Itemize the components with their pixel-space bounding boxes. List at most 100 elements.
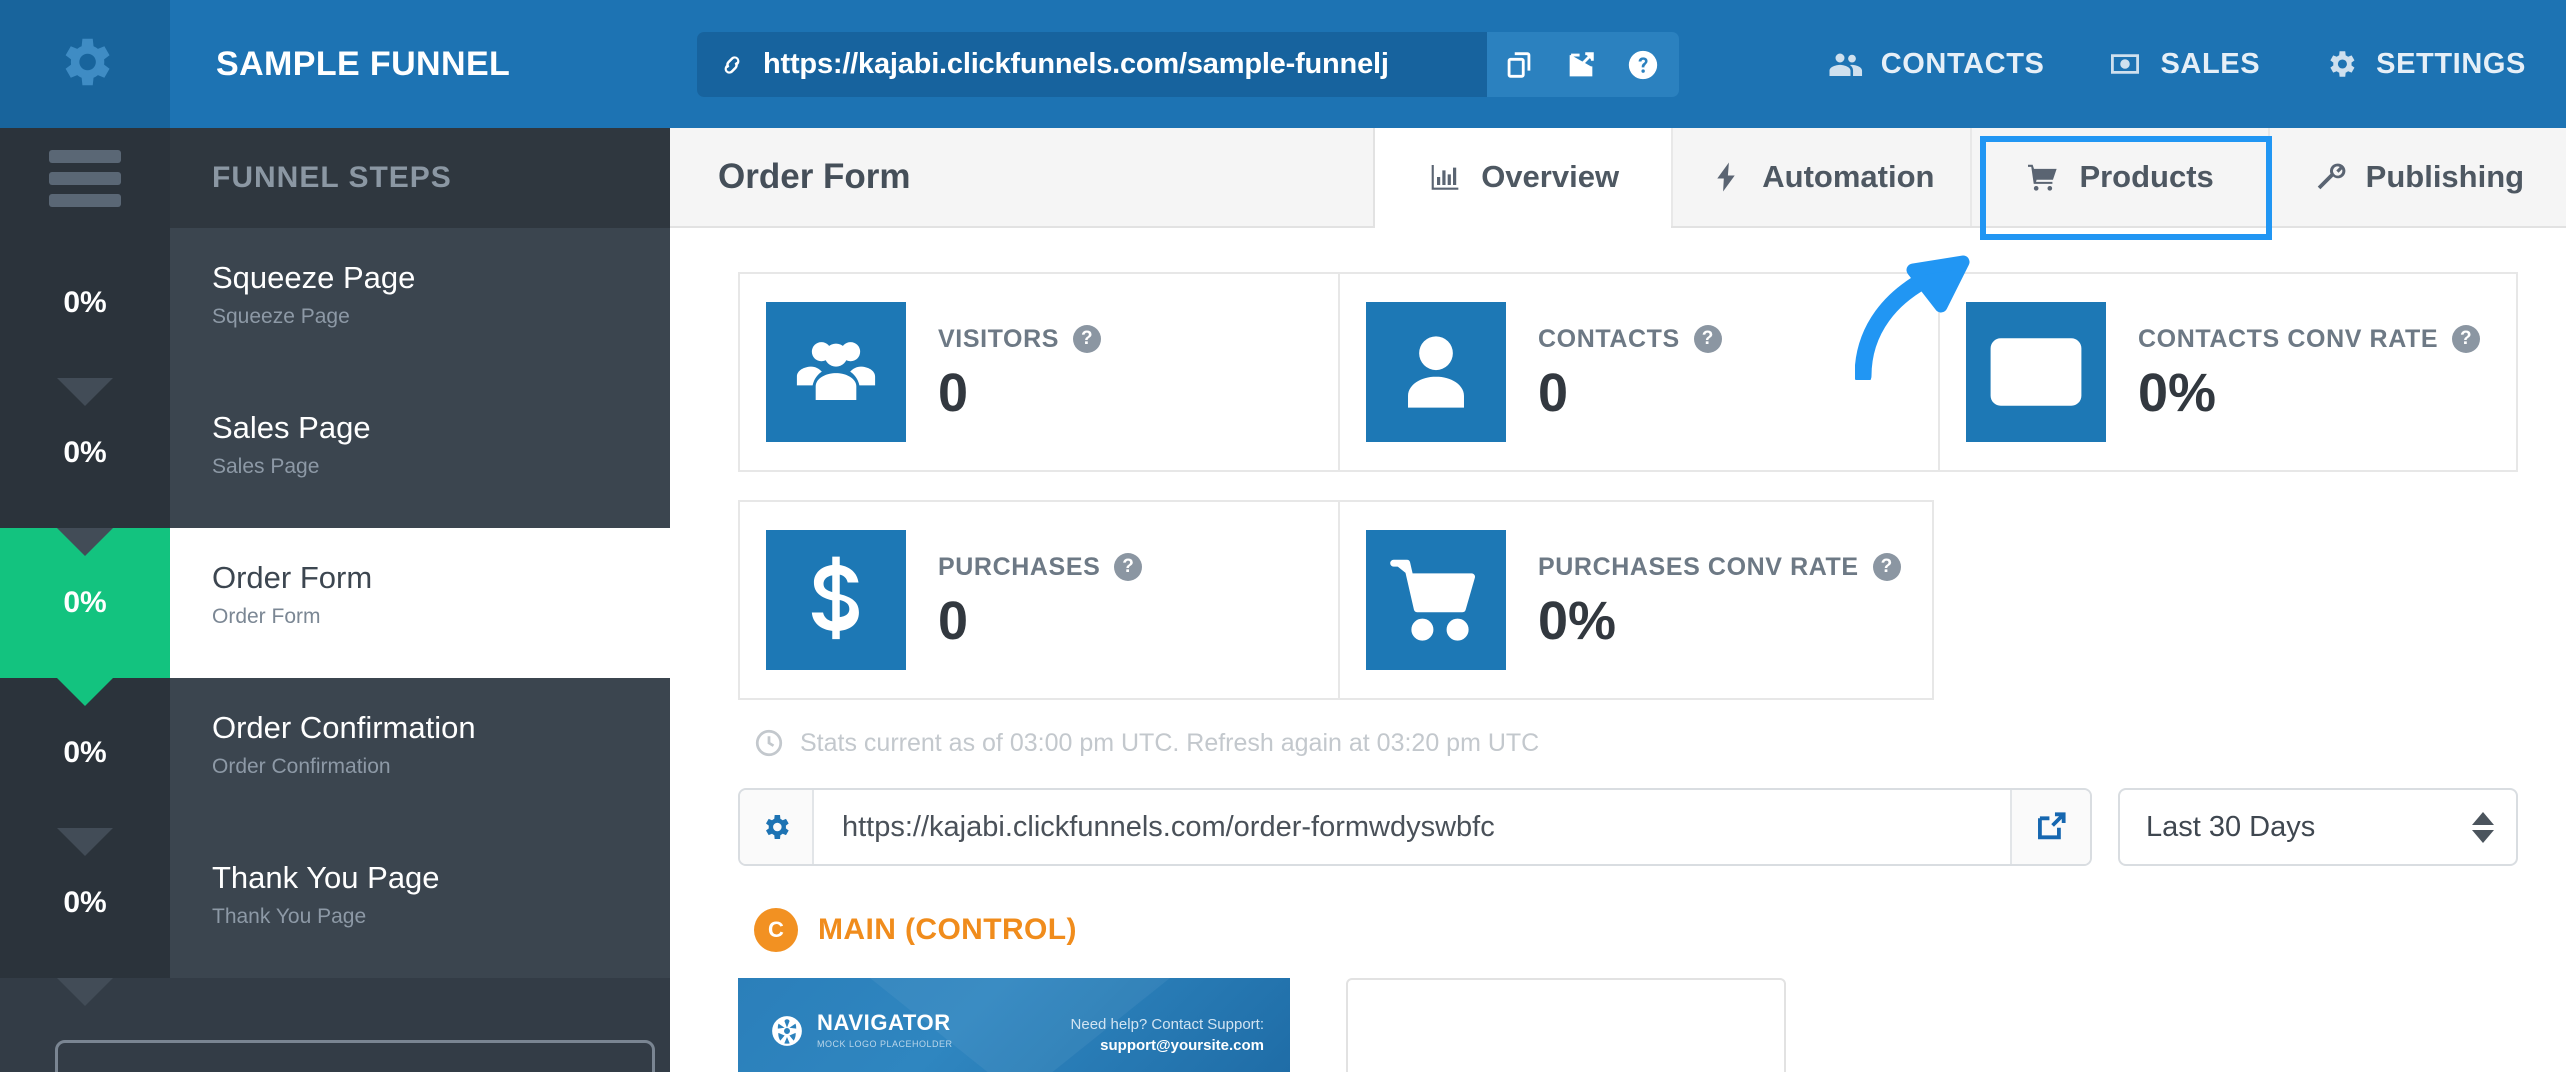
stats-row-primary: VISITORS ? 0 CONTACTS ? 0 CONTACTS CONV … xyxy=(738,272,2518,472)
page-title: Order Form xyxy=(718,157,911,196)
nav-contacts[interactable]: CONTACTS xyxy=(1827,47,2045,81)
users-icon xyxy=(1827,47,1865,81)
help-circle-icon[interactable] xyxy=(1625,47,1661,83)
funnel-steps-header: FUNNEL STEPS xyxy=(0,128,670,228)
wrench-icon xyxy=(2312,160,2348,194)
step-name: Order Form xyxy=(212,560,373,595)
bar-chart-icon xyxy=(1427,160,1463,194)
page-title-cell: Order Form xyxy=(670,128,1375,226)
tab-automation-label: Automation xyxy=(1762,159,1935,194)
sidebar-item-sales-page[interactable]: 0% Sales Page Sales Page xyxy=(0,378,670,528)
step-subtitle: Squeeze Page xyxy=(212,305,350,329)
gear-icon xyxy=(54,31,116,98)
url-action-buttons xyxy=(1487,47,1679,83)
page-preview-thumbnail-secondary[interactable] xyxy=(1346,978,1786,1072)
sidebar-item-order-confirmation[interactable]: 0% Order Confirmation Order Confirmation xyxy=(0,678,670,828)
stat-label: CONTACTS CONV RATE xyxy=(2138,324,2439,353)
envelope-icon xyxy=(1966,302,2106,442)
tabs: Overview Automation Products Publishing xyxy=(1375,128,2566,228)
external-link-icon[interactable] xyxy=(2010,790,2090,864)
funnel-settings-gear-button[interactable] xyxy=(0,0,170,128)
date-range-value: Last 30 Days xyxy=(2146,810,2316,843)
help-circle-icon[interactable]: ? xyxy=(1073,325,1102,353)
overview-content: VISITORS ? 0 CONTACTS ? 0 CONTACTS CONV … xyxy=(670,228,2566,1072)
nav-contacts-label: CONTACTS xyxy=(1880,47,2045,80)
tab-automation[interactable]: Automation xyxy=(1671,128,1969,226)
step-name: Order Confirmation xyxy=(212,710,476,745)
link-icon xyxy=(717,50,747,80)
thumbnail-support-line1: Need help? Contact Support: xyxy=(1070,1016,1264,1033)
stat-card-contacts: CONTACTS ? 0 xyxy=(1340,274,1940,470)
stat-label: PURCHASES CONV RATE xyxy=(1538,552,1859,581)
money-icon xyxy=(2106,47,2144,81)
nav-sales-label: SALES xyxy=(2160,47,2261,80)
step-subtitle: Order Form xyxy=(212,605,321,629)
thumbnail-logo-title: NAVIGATOR xyxy=(817,1010,951,1035)
nav-settings[interactable]: SETTINGS xyxy=(2322,47,2526,81)
stat-value: 0 xyxy=(1538,362,1569,423)
sidebar-item-order-form[interactable]: 0% Order Form Order Form xyxy=(0,528,670,678)
top-navigation: CONTACTS SALES SETTINGS xyxy=(1827,0,2526,128)
page-url-group: https://kajabi.clickfunnels.com/order-fo… xyxy=(738,788,2092,866)
shopping-cart-icon xyxy=(1366,530,1506,670)
step-percent: 0% xyxy=(0,228,170,378)
funnel-name-title: SAMPLE FUNNEL xyxy=(216,44,511,83)
stat-value: 0% xyxy=(1538,590,1617,651)
stat-card-purchases-conv-rate: PURCHASES CONV RATE ? 0% xyxy=(1340,502,1932,698)
thumbnail-logo-subtitle: MOCK LOGO PLACEHOLDER xyxy=(817,1039,953,1049)
clock-icon xyxy=(754,728,784,758)
hamburger-menu-icon[interactable] xyxy=(0,128,170,228)
copy-icon[interactable] xyxy=(1501,47,1537,83)
stat-card-contacts-conv-rate: CONTACTS CONV RATE ? 0% xyxy=(1940,274,2516,470)
help-circle-icon[interactable]: ? xyxy=(1872,553,1901,581)
dollar-sign-icon xyxy=(766,530,906,670)
top-header-bar: SAMPLE FUNNEL https://kajabi.clickfunnel… xyxy=(0,0,2566,128)
date-range-select[interactable]: Last 30 Days xyxy=(2118,788,2518,866)
variant-thumbnails: NAVIGATOR MOCK LOGO PLACEHOLDER Need hel… xyxy=(738,978,2518,1072)
lightning-bolt-icon xyxy=(1708,160,1744,194)
sidebar-item-thank-you-page[interactable]: 0% Thank You Page Thank You Page xyxy=(0,828,670,978)
page-url-row: https://kajabi.clickfunnels.com/order-fo… xyxy=(738,788,2518,866)
funnel-url-bar: https://kajabi.clickfunnels.com/sample-f… xyxy=(697,32,1679,97)
variant-name: MAIN (CONTROL) xyxy=(818,913,1077,946)
help-circle-icon[interactable]: ? xyxy=(1114,553,1143,581)
users-group-icon xyxy=(766,302,906,442)
variant-header: C MAIN (CONTROL) xyxy=(754,908,2518,952)
step-name: Squeeze Page xyxy=(212,260,416,295)
sidebar-item-squeeze-page[interactable]: 0% Squeeze Page Squeeze Page xyxy=(0,228,670,378)
gear-icon xyxy=(2322,47,2360,81)
tab-overview[interactable]: Overview xyxy=(1375,128,1672,228)
stat-card-purchases: PURCHASES ? 0 xyxy=(740,502,1340,698)
tab-products[interactable]: Products xyxy=(1969,128,2268,226)
gear-icon[interactable] xyxy=(740,790,814,864)
help-circle-icon[interactable]: ? xyxy=(1693,325,1722,353)
tab-products-label: Products xyxy=(2079,159,2214,194)
step-subtitle: Sales Page xyxy=(212,455,320,479)
external-link-icon[interactable] xyxy=(1563,47,1599,83)
ship-wheel-logo-icon xyxy=(770,1014,804,1048)
thumbnail-support-line2: support@yoursite.com xyxy=(1100,1037,1264,1054)
funnel-url-field[interactable]: https://kajabi.clickfunnels.com/sample-f… xyxy=(697,32,1487,97)
shopping-cart-icon xyxy=(2025,160,2061,194)
page-tab-bar: Order Form Overview Automation Products … xyxy=(670,128,2566,228)
nav-settings-label: SETTINGS xyxy=(2376,47,2526,80)
stat-value: 0 xyxy=(938,590,969,651)
add-funnel-step-button[interactable] xyxy=(55,1040,655,1072)
stats-refresh-text: Stats current as of 03:00 pm UTC. Refres… xyxy=(800,728,1540,757)
step-subtitle: Thank You Page xyxy=(212,905,367,929)
step-name: Thank You Page xyxy=(212,860,440,895)
clickfunnels-app: SAMPLE FUNNEL https://kajabi.clickfunnel… xyxy=(0,0,2566,1072)
page-url-input[interactable]: https://kajabi.clickfunnels.com/order-fo… xyxy=(814,790,2010,864)
nav-sales[interactable]: SALES xyxy=(2106,47,2260,81)
stat-label: PURCHASES xyxy=(938,552,1101,581)
help-circle-icon[interactable]: ? xyxy=(2452,325,2481,353)
stats-refresh-note: Stats current as of 03:00 pm UTC. Refres… xyxy=(754,728,2518,758)
stat-card-visitors: VISITORS ? 0 xyxy=(740,274,1340,470)
page-preview-thumbnail[interactable]: NAVIGATOR MOCK LOGO PLACEHOLDER Need hel… xyxy=(738,978,1290,1072)
sidebar-footer xyxy=(0,978,670,1072)
funnel-url-text: https://kajabi.clickfunnels.com/sample-f… xyxy=(763,48,1389,80)
tab-publishing[interactable]: Publishing xyxy=(2267,128,2566,226)
step-name: Sales Page xyxy=(212,410,371,445)
step-subtitle: Order Confirmation xyxy=(212,755,391,779)
stepper-arrows-icon xyxy=(2472,811,2494,843)
